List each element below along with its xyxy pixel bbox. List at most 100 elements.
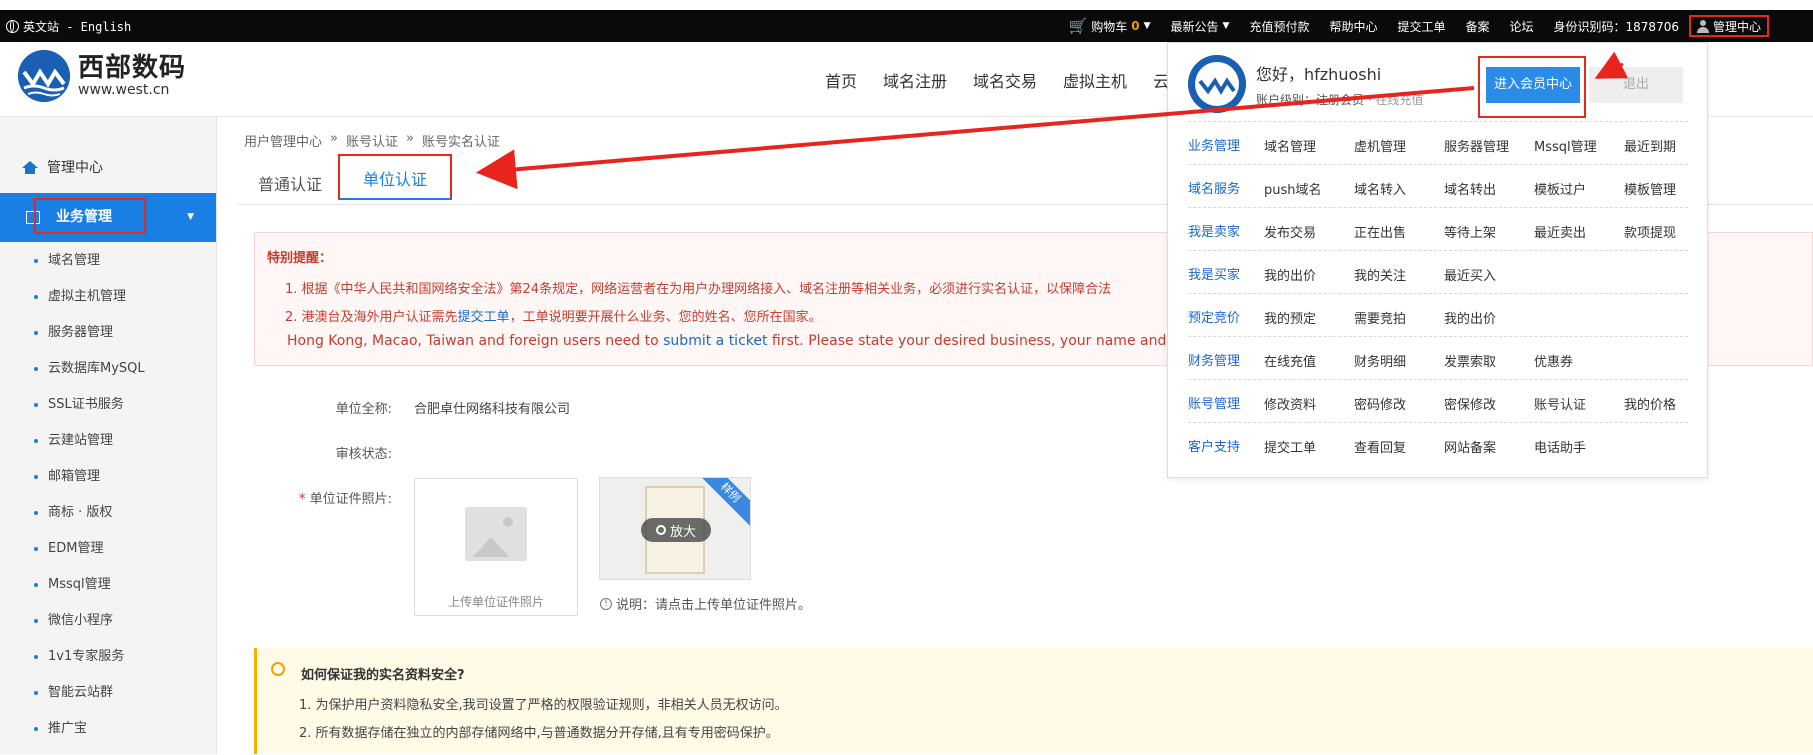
sidebar-item-mailbox[interactable]: 邮箱管理: [34, 467, 145, 503]
unit-photo-label: * 单位证件照片:: [252, 488, 392, 507]
sidebar-home[interactable]: 管理中心: [22, 157, 103, 177]
cart-link[interactable]: 🛒 购物车 0 ▼: [1059, 17, 1161, 35]
tab-unit-auth[interactable]: 单位认证: [338, 154, 452, 200]
dropdown-link[interactable]: 我的价格: [1624, 394, 1676, 413]
dropdown-link[interactable]: 模板过户: [1534, 179, 1586, 198]
submit-ticket-link-en[interactable]: submit a ticket: [663, 333, 767, 349]
nav-domain-register[interactable]: 域名注册: [883, 68, 947, 92]
category-business[interactable]: 业务管理: [1188, 135, 1240, 154]
zoom-label: 放大: [669, 524, 696, 540]
sidebar-item-mini-program[interactable]: 微信小程序: [34, 611, 145, 647]
dropdown-link[interactable]: 密码修改: [1354, 394, 1406, 413]
category-support[interactable]: 客户支持: [1188, 436, 1240, 455]
help-link[interactable]: 帮助中心: [1319, 18, 1387, 35]
review-status-label: 审核状态:: [335, 447, 392, 462]
dropdown-link[interactable]: 密保修改: [1444, 394, 1496, 413]
dropdown-link[interactable]: 域名转入: [1354, 179, 1406, 198]
dropdown-link[interactable]: 我的出价: [1264, 265, 1316, 284]
unit-name-value: 合肥卓仕网络科技有限公司: [414, 402, 571, 417]
breadcrumb-separator: »: [406, 131, 414, 146]
language-label: 英文站 - English: [23, 20, 132, 34]
dropdown-link[interactable]: 服务器管理: [1444, 136, 1509, 155]
announcements-link[interactable]: 最新公告 ▼: [1161, 18, 1240, 35]
upload-note-text: 说明：请点击上传单位证件照片。: [616, 598, 812, 613]
sidebar-item-edm[interactable]: EDM管理: [34, 539, 145, 575]
sidebar-item-ssl[interactable]: SSL证书服务: [34, 395, 145, 431]
sidebar-item-trademark[interactable]: 商标 · 版权: [34, 503, 145, 539]
dropdown-link[interactable]: 款项提现: [1624, 222, 1676, 241]
dropdown-link[interactable]: 域名转出: [1444, 179, 1496, 198]
dropdown-link[interactable]: 需要竞拍: [1354, 308, 1406, 327]
recharge-link[interactable]: 充值预付款: [1239, 18, 1319, 35]
account-level-text: 账户级别：注册会员: [1256, 93, 1365, 107]
submit-ticket-link-inline[interactable]: 提交工单: [458, 310, 510, 325]
sidebar-item-mysql[interactable]: 云数据库MySQL: [34, 359, 145, 395]
dropdown-row: 预定竞价 我的预定 需要竞拍 我的出价: [1188, 293, 1688, 336]
dropdown-link[interactable]: 提交工单: [1264, 437, 1316, 456]
upload-photo-label: 上传单位证件照片: [447, 595, 544, 609]
dropdown-link[interactable]: 优惠券: [1534, 351, 1573, 370]
sidebar-business-management[interactable]: 业务管理 ▼: [0, 193, 216, 242]
sidebar-item-site-builder[interactable]: 云建站管理: [34, 431, 145, 467]
sidebar-item-server[interactable]: 服务器管理: [34, 323, 145, 359]
unit-name-label: 单位全称:: [335, 402, 392, 417]
nav-home[interactable]: 首页: [825, 68, 857, 92]
dropdown-link[interactable]: 最近卖出: [1534, 222, 1586, 241]
forum-link[interactable]: 论坛: [1500, 18, 1544, 35]
cart-count: 0: [1131, 19, 1140, 33]
upload-photo-box[interactable]: 上传单位证件照片: [414, 478, 578, 616]
logo[interactable]: 西部数码 www.west.cn: [18, 50, 186, 102]
dropdown-link[interactable]: 等待上架: [1444, 222, 1496, 241]
dropdown-row: 我是买家 我的出价 我的关注 最近买入: [1188, 250, 1688, 293]
category-reservation[interactable]: 预定竞价: [1188, 307, 1240, 326]
dropdown-link[interactable]: 最近买入: [1444, 265, 1496, 284]
category-account[interactable]: 账号管理: [1188, 393, 1240, 412]
tip-line-1: 1. 为保护用户资料隐私安全,我司设置了严格的权限验证规则，非相关人员无权访问。: [299, 698, 788, 713]
dropdown-link[interactable]: 模板管理: [1624, 179, 1676, 198]
dropdown-link[interactable]: 我的关注: [1354, 265, 1406, 284]
dropdown-link[interactable]: 最近到期: [1624, 136, 1676, 155]
dropdown-link[interactable]: 我的出价: [1444, 308, 1496, 327]
nav-domain-trade[interactable]: 域名交易: [973, 68, 1037, 92]
sample-certificate[interactable]: 样例 放大: [599, 477, 751, 580]
dropdown-link[interactable]: 发布交易: [1264, 222, 1316, 241]
dropdown-link[interactable]: 正在出售: [1354, 222, 1406, 241]
dropdown-link[interactable]: push域名: [1264, 179, 1322, 198]
sidebar-item-mssql[interactable]: Mssql管理: [34, 575, 145, 611]
category-domain-service[interactable]: 域名服务: [1188, 178, 1240, 197]
chevron-down-icon: ▼: [1222, 21, 1230, 31]
logout-button[interactable]: 退出: [1589, 67, 1683, 103]
sidebar-item-domain[interactable]: 域名管理: [34, 251, 145, 287]
category-finance[interactable]: 财务管理: [1188, 350, 1240, 369]
category-buyer[interactable]: 我是买家: [1188, 264, 1240, 283]
nav-virtual-host[interactable]: 虚拟主机: [1063, 68, 1127, 92]
sidebar-item-virtual-host[interactable]: 虚拟主机管理: [34, 287, 145, 323]
zoom-button[interactable]: 放大: [641, 518, 711, 542]
dropdown-row: 我是卖家 发布交易 正在出售 等待上架 最近卖出 款项提现: [1188, 207, 1688, 250]
dropdown-link[interactable]: 网站备案: [1444, 437, 1496, 456]
dropdown-link[interactable]: 修改资料: [1264, 394, 1316, 413]
dropdown-link[interactable]: 发票索取: [1444, 351, 1496, 370]
dropdown-link[interactable]: 在线充值: [1264, 351, 1316, 370]
enter-member-center-button[interactable]: 进入会员中心: [1486, 67, 1580, 103]
category-seller[interactable]: 我是卖家: [1188, 221, 1240, 240]
breadcrumb-account-auth[interactable]: 账号认证: [346, 131, 398, 150]
dropdown-link[interactable]: 财务明细: [1354, 351, 1406, 370]
online-recharge-link[interactable]: · 在线充值: [1368, 93, 1424, 107]
tab-personal-auth[interactable]: 普通认证: [258, 166, 322, 204]
dropdown-link[interactable]: 域名管理: [1264, 136, 1316, 155]
language-switch[interactable]: 英文站 - English: [6, 18, 131, 35]
submit-ticket-link[interactable]: 提交工单: [1387, 18, 1455, 35]
dropdown-link[interactable]: Mssql管理: [1534, 136, 1597, 155]
sidebar-item-expert[interactable]: 1v1专家服务: [34, 647, 145, 683]
sidebar-item-promotion[interactable]: 推广宝: [34, 719, 145, 755]
dropdown-link[interactable]: 虚机管理: [1354, 136, 1406, 155]
sidebar-item-site-group[interactable]: 智能云站群: [34, 683, 145, 719]
breadcrumb-user-center[interactable]: 用户管理中心: [244, 131, 322, 150]
icp-link[interactable]: 备案: [1456, 18, 1500, 35]
dropdown-link[interactable]: 我的预定: [1264, 308, 1316, 327]
dropdown-link[interactable]: 电话助手: [1534, 437, 1586, 456]
dropdown-link[interactable]: 账号认证: [1534, 394, 1586, 413]
admin-center-button[interactable]: 管理中心: [1688, 15, 1769, 37]
dropdown-link[interactable]: 查看回复: [1354, 437, 1406, 456]
